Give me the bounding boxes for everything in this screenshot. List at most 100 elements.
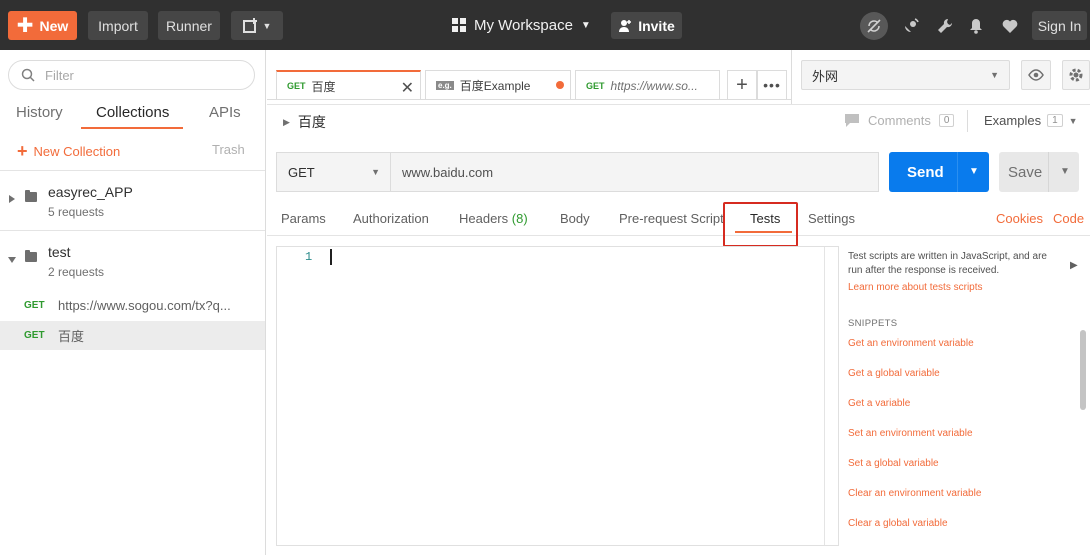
request-method: GET (24, 330, 45, 341)
new-button[interactable]: ✚ New (8, 11, 77, 40)
tab-method: GET (287, 81, 306, 91)
comments-count: 0 (938, 114, 955, 127)
caret-down-icon: ▼ (371, 167, 380, 177)
plus-icon: + (17, 141, 28, 161)
add-tab-button[interactable]: + (727, 70, 757, 100)
tab-body[interactable]: Body (560, 211, 590, 226)
line-gutter: 1 (277, 247, 325, 545)
header-separator (967, 110, 968, 132)
request-tab[interactable]: e.g. 百度Example (425, 70, 571, 100)
collection-item[interactable]: easyrec_APP 5 requests (0, 170, 265, 228)
filter-input[interactable] (45, 67, 235, 83)
plus-icon: + (736, 73, 748, 96)
tab-params[interactable]: Params (281, 211, 326, 226)
new-button-label: New (39, 17, 69, 34)
plus-icon: ✚ (16, 14, 34, 37)
collection-name: easyrec_APP (48, 184, 133, 200)
caret-down-icon[interactable]: ▼ (1060, 166, 1070, 177)
add-user-icon (619, 19, 632, 32)
line-number: 1 (305, 250, 313, 264)
new-collection-button[interactable]: + New Collection (17, 141, 120, 162)
url-input[interactable] (402, 164, 862, 180)
bell-icon[interactable] (962, 12, 990, 40)
headers-label: Headers (459, 211, 509, 226)
code-link[interactable]: Code (1053, 211, 1084, 226)
highlight-box (723, 202, 798, 247)
tab-pre-request-script[interactable]: Pre-request Script (619, 211, 724, 226)
environment-select[interactable]: 外网 ▼ (801, 60, 1010, 90)
method-select[interactable]: GET ▼ (276, 152, 391, 192)
request-title-bar[interactable]: ▶ 百度 (283, 112, 326, 132)
sidebar-tabs: History Collections APIs (0, 100, 266, 130)
snippet-link[interactable]: Get an environment variable (848, 338, 974, 349)
examples-label: Examples (984, 113, 1042, 128)
caret-right-icon[interactable] (9, 195, 15, 203)
sign-in-button[interactable]: Sign In (1032, 11, 1087, 40)
caret-down-icon[interactable]: ▼ (969, 166, 979, 177)
runner-button[interactable]: Runner (158, 11, 220, 40)
snippet-link[interactable]: Set a global variable (848, 458, 939, 469)
caret-down-icon: ▼ (990, 70, 999, 80)
comments-button[interactable]: Comments 0 (844, 113, 955, 128)
sync-status-icon[interactable] (860, 12, 888, 40)
send-button[interactable]: Send ▼ (889, 152, 989, 192)
active-tab-indicator (81, 127, 183, 129)
more-tabs-button[interactable]: ••• (757, 70, 787, 100)
tests-editor[interactable]: 1 (276, 246, 839, 546)
snippet-link[interactable]: Get a global variable (848, 368, 940, 379)
caret-down-icon[interactable] (8, 257, 16, 263)
panel-scrollbar[interactable] (1080, 330, 1086, 410)
request-tab[interactable]: GET https://www.so... (575, 70, 720, 100)
tab-title: 百度Example (459, 79, 531, 93)
save-button[interactable]: Save ▼ (999, 152, 1079, 192)
send-divider (957, 152, 958, 192)
satellite-icon[interactable] (897, 12, 925, 40)
snippet-link[interactable]: Get a variable (848, 398, 910, 409)
snippet-link[interactable]: Set an environment variable (848, 428, 973, 439)
trash-link[interactable]: Trash (212, 142, 245, 157)
invite-button[interactable]: Invite (611, 12, 682, 39)
top-bar: ✚ New Import Runner ▼ My Workspace ▼ Inv… (0, 0, 1090, 50)
tab-collections[interactable]: Collections (96, 104, 169, 121)
import-button[interactable]: Import (88, 11, 148, 40)
wrench-icon[interactable] (931, 12, 959, 40)
request-method: GET (24, 300, 45, 311)
tab-headers[interactable]: Headers (8) (459, 211, 528, 226)
close-icon[interactable]: ✕ (401, 78, 414, 98)
snippet-link[interactable]: Clear an environment variable (848, 488, 981, 499)
caret-right-icon[interactable]: ▶ (283, 117, 290, 128)
tab-apis[interactable]: APIs (209, 104, 241, 121)
collection-item[interactable]: test 2 requests (0, 230, 265, 288)
snippet-link[interactable]: Clear a global variable (848, 518, 948, 529)
request-tab-active[interactable]: GET 百度 ✕ (276, 70, 421, 100)
learn-more-link[interactable]: Learn more about tests scripts (848, 282, 1078, 293)
eye-icon (1028, 69, 1044, 81)
manage-environments-button[interactable] (1062, 60, 1090, 90)
request-name: https://www.sogou.com/tx?q... (58, 298, 231, 313)
editor-scroll-track[interactable] (824, 247, 825, 545)
url-field[interactable] (391, 152, 879, 192)
tab-authorization[interactable]: Authorization (353, 211, 429, 226)
snippets-heading: SNIPPETS (848, 318, 898, 329)
filter-field[interactable] (8, 60, 255, 90)
collapse-panel-icon[interactable]: ▶ (1070, 260, 1078, 271)
example-icon: e.g. (436, 81, 454, 90)
env-divider (791, 50, 792, 104)
new-window-button[interactable]: ▼ (231, 11, 283, 40)
tabs-divider (267, 99, 791, 100)
sidebar: History Collections APIs + New Collectio… (0, 50, 266, 555)
tab-history[interactable]: History (16, 104, 63, 121)
tab-title: 百度 (311, 79, 336, 94)
invite-label: Invite (638, 17, 675, 34)
collection-name: test (48, 244, 71, 260)
tab-settings[interactable]: Settings (808, 211, 855, 226)
examples-dropdown[interactable]: Examples 1 ▼ (984, 113, 1078, 128)
unsaved-dot-icon (556, 81, 564, 89)
cookies-link[interactable]: Cookies (996, 211, 1043, 226)
snippets-panel: Test scripts are written in JavaScript, … (848, 250, 1078, 529)
environment-quick-look-button[interactable] (1021, 60, 1051, 90)
heart-icon[interactable] (996, 12, 1024, 40)
request-item[interactable]: GET https://www.sogou.com/tx?q... (0, 291, 265, 320)
request-item-selected[interactable]: GET 百度 (0, 321, 265, 350)
workspace-switcher[interactable]: My Workspace ▼ (452, 13, 591, 37)
